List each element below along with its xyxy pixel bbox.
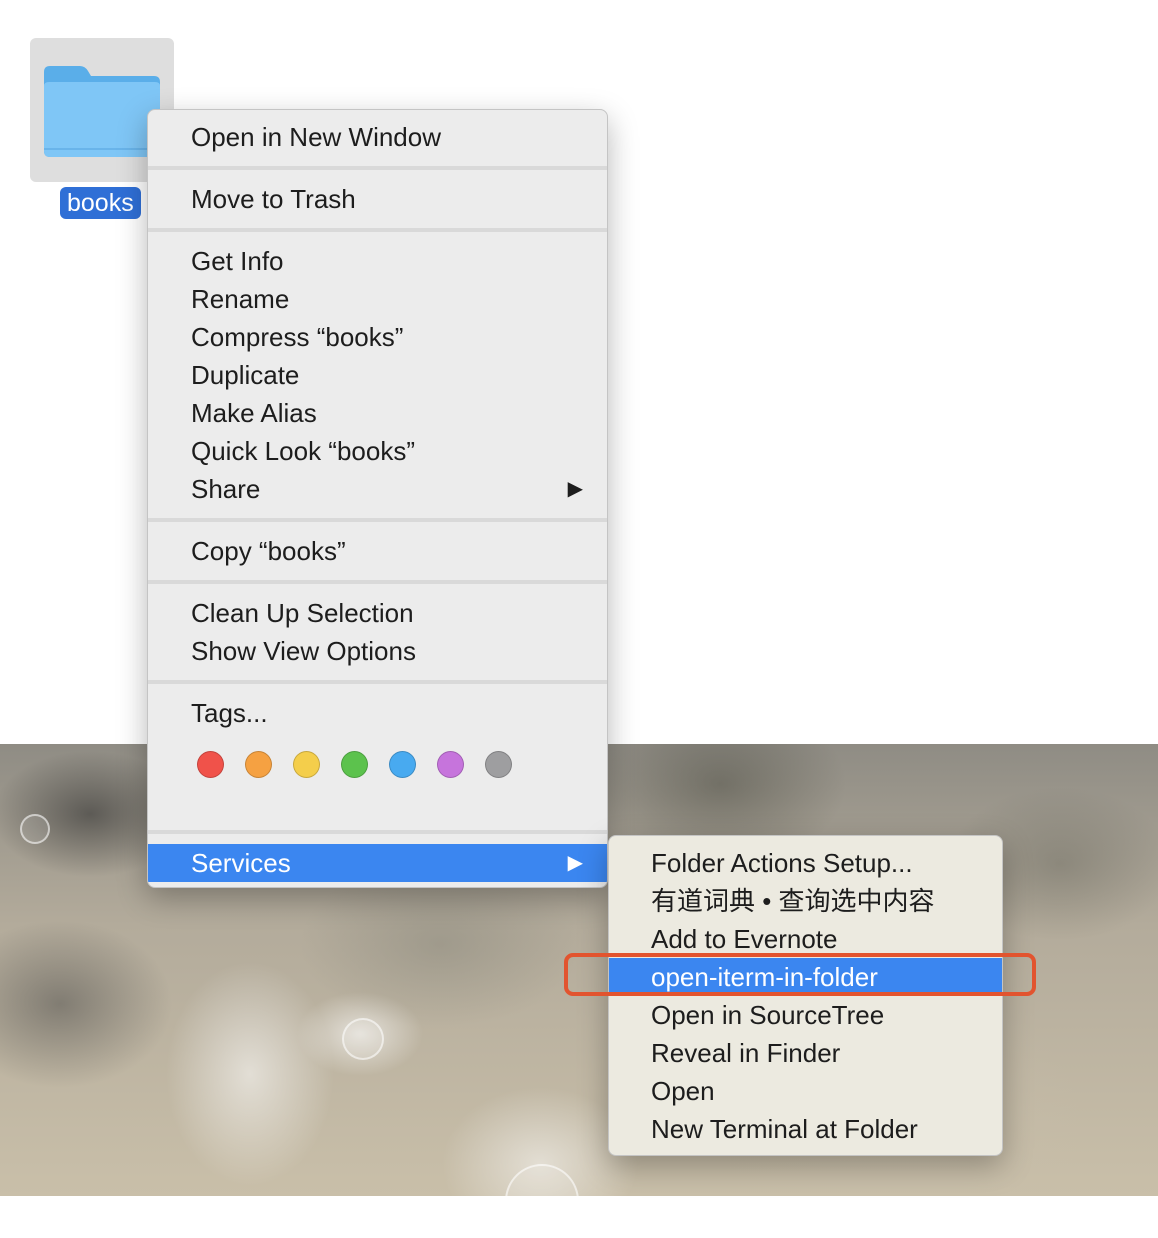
submenu-arrow-icon: ▶ bbox=[567, 478, 583, 500]
menu-item-label: Compress “books” bbox=[191, 322, 404, 352]
menu-item-label: Services bbox=[191, 848, 291, 878]
menu-item-quick-look[interactable]: Quick Look “books” bbox=[148, 432, 607, 470]
tag-dot-orange[interactable] bbox=[245, 751, 272, 778]
menu-item-services[interactable]: Services ▶ bbox=[148, 844, 607, 882]
service-item-folder-actions-setup[interactable]: Folder Actions Setup... bbox=[609, 844, 1002, 882]
menu-item-share[interactable]: Share ▶ bbox=[148, 470, 607, 508]
service-item-label: Open in SourceTree bbox=[651, 1000, 885, 1030]
menu-item-label: Show View Options bbox=[191, 636, 416, 666]
menu-item-label: Move to Trash bbox=[191, 184, 356, 214]
menu-item-label: Quick Look “books” bbox=[191, 436, 415, 466]
menu-item-make-alias[interactable]: Make Alias bbox=[148, 394, 607, 432]
tag-dot-red[interactable] bbox=[197, 751, 224, 778]
service-item-label: Folder Actions Setup... bbox=[651, 848, 913, 878]
menu-item-label: Copy “books” bbox=[191, 536, 346, 566]
menu-item-clean-up-selection[interactable]: Clean Up Selection bbox=[148, 594, 607, 632]
folder-name-label[interactable]: books bbox=[60, 187, 141, 219]
menu-item-label: Duplicate bbox=[191, 360, 300, 390]
tag-dot-green[interactable] bbox=[341, 751, 368, 778]
service-item-label: Reveal in Finder bbox=[651, 1038, 841, 1068]
menu-item-label: Open in New Window bbox=[191, 122, 441, 152]
wallpaper-bubble bbox=[505, 1164, 579, 1238]
menu-item-label: Make Alias bbox=[191, 398, 317, 428]
folder-icon[interactable] bbox=[42, 62, 162, 158]
menu-separator bbox=[148, 228, 607, 232]
menu-item-rename[interactable]: Rename bbox=[148, 280, 607, 318]
tag-dot-purple[interactable] bbox=[437, 751, 464, 778]
service-item-youdao-dict-lookup[interactable]: 有道词典 • 查询选中内容 bbox=[609, 882, 1002, 920]
service-item-label: New Terminal at Folder bbox=[651, 1114, 918, 1144]
submenu-arrow-icon: ▶ bbox=[567, 852, 583, 874]
menu-item-tags[interactable]: Tags... bbox=[148, 694, 607, 732]
service-item-label: Open bbox=[651, 1076, 715, 1106]
menu-separator bbox=[148, 680, 607, 684]
wallpaper-bubble bbox=[342, 1018, 384, 1060]
service-item-label: 有道词典 • 查询选中内容 bbox=[651, 886, 935, 916]
menu-separator bbox=[148, 166, 607, 170]
menu-item-label: Rename bbox=[191, 284, 290, 314]
service-item-open[interactable]: Open bbox=[609, 1072, 1002, 1110]
tag-dot-gray[interactable] bbox=[485, 751, 512, 778]
menu-separator bbox=[148, 830, 607, 834]
menu-item-label: Clean Up Selection bbox=[191, 598, 414, 628]
menu-item-duplicate[interactable]: Duplicate bbox=[148, 356, 607, 394]
tag-dot-blue[interactable] bbox=[389, 751, 416, 778]
menu-item-show-view-options[interactable]: Show View Options bbox=[148, 632, 607, 670]
context-menu: Open in New Window Move to Trash Get Inf… bbox=[147, 109, 608, 888]
menu-item-label: Share bbox=[191, 474, 261, 504]
wallpaper-bubble bbox=[20, 814, 50, 844]
service-item-open-in-sourcetree[interactable]: Open in SourceTree bbox=[609, 996, 1002, 1034]
menu-item-get-info[interactable]: Get Info bbox=[148, 242, 607, 280]
service-item-reveal-in-finder[interactable]: Reveal in Finder bbox=[609, 1034, 1002, 1072]
menu-item-open-in-new-window[interactable]: Open in New Window bbox=[148, 118, 607, 156]
tag-dot-yellow[interactable] bbox=[293, 751, 320, 778]
annotation-highlight-box bbox=[564, 953, 1036, 996]
menu-item-copy[interactable]: Copy “books” bbox=[148, 532, 607, 570]
menu-item-label: Get Info bbox=[191, 246, 284, 276]
service-item-new-terminal-at-folder[interactable]: New Terminal at Folder bbox=[609, 1110, 1002, 1148]
menu-item-label: Tags... bbox=[191, 698, 268, 728]
service-item-label: Add to Evernote bbox=[651, 924, 838, 954]
menu-separator bbox=[148, 518, 607, 522]
menu-separator bbox=[148, 580, 607, 584]
menu-item-move-to-trash[interactable]: Move to Trash bbox=[148, 180, 607, 218]
menu-item-compress[interactable]: Compress “books” bbox=[148, 318, 607, 356]
